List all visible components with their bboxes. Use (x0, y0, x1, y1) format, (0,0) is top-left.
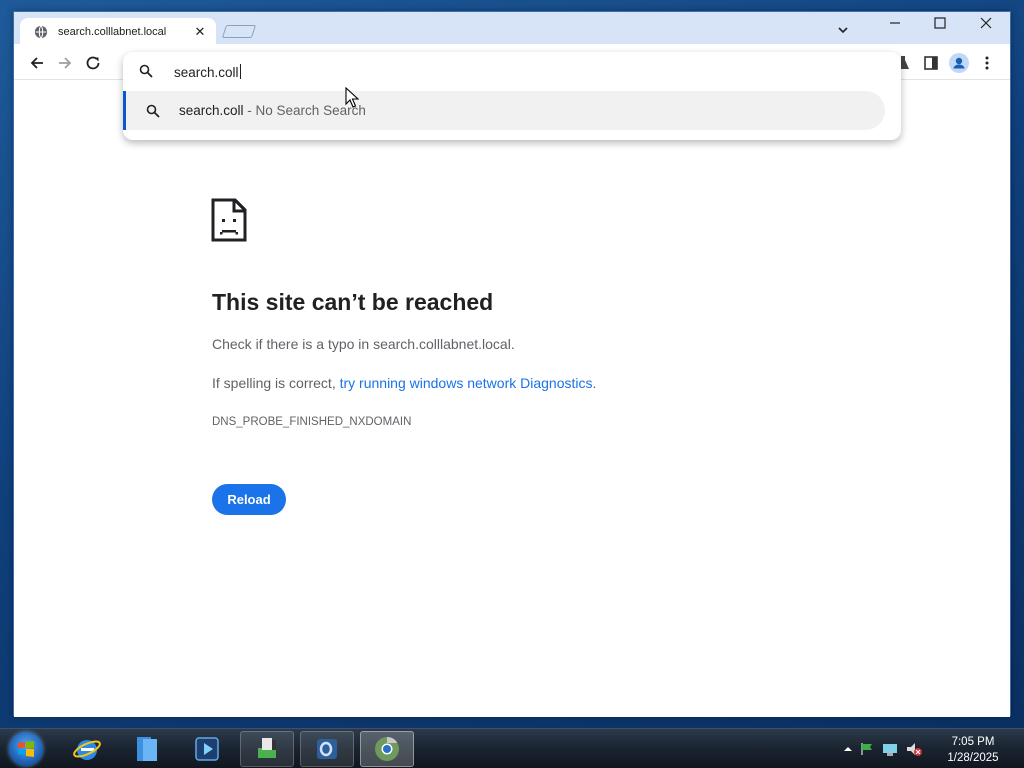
spelling-prefix: If spelling is correct, (212, 375, 340, 391)
clock-date: 1/28/2025 (947, 752, 999, 764)
system-tray (843, 739, 923, 759)
file-explorer-icon (137, 737, 157, 761)
taskbar-internet-explorer[interactable] (60, 731, 114, 767)
maximize-button[interactable] (917, 12, 963, 34)
error-page: This site can’t be reached Check if ther… (14, 80, 1010, 717)
taskbar-chrome[interactable] (360, 731, 414, 767)
suggestion-separator: - (243, 103, 256, 118)
show-hidden-icons-icon[interactable] (843, 744, 853, 754)
chrome-icon (375, 737, 399, 761)
minimize-button[interactable] (872, 12, 918, 34)
maximize-icon (934, 17, 946, 29)
omnibox-input-row[interactable]: search.coll (123, 52, 901, 90)
media-player-icon (195, 737, 219, 761)
tab-close-button[interactable]: ✕ (192, 24, 208, 40)
tab-search-button[interactable] (834, 21, 852, 39)
reload-nav-button[interactable] (82, 52, 104, 74)
clock-time: 7:05 PM (951, 736, 995, 748)
outlook-icon (317, 739, 337, 759)
minimize-icon (890, 22, 900, 24)
taskbar-media-player[interactable] (180, 731, 234, 767)
error-title: This site can’t be reached (212, 289, 494, 315)
tab-active[interactable]: search.colllabnet.local ✕ (20, 18, 216, 45)
spelling-message: If spelling is correct, try running wind… (212, 375, 596, 391)
browser-window: search.colllabnet.local ✕ This site can’… (13, 11, 1011, 717)
internet-explorer-icon (73, 740, 101, 760)
suggestion-query: search.coll (179, 103, 244, 118)
start-button[interactable] (9, 732, 43, 766)
text-caret (239, 64, 241, 79)
taskbar-file-explorer[interactable] (120, 731, 174, 767)
search-icon (139, 64, 153, 78)
windows-logo-icon (18, 741, 34, 757)
typo-message: Check if there is a typo in search.colll… (212, 336, 515, 352)
menu-button[interactable] (976, 52, 998, 74)
omnibox-dropdown: search.coll search.coll - No Search Sear… (123, 52, 901, 140)
back-button[interactable] (26, 52, 48, 74)
volume-icon[interactable] (905, 741, 923, 757)
omnibox-suggestion[interactable]: search.coll - No Search Search (123, 91, 885, 130)
side-panel-button[interactable] (920, 52, 942, 74)
avatar-icon (949, 53, 969, 73)
app-green-icon (258, 738, 276, 758)
tab-strip: search.colllabnet.local ✕ (14, 12, 1010, 45)
error-code: DNS_PROBE_FINISHED_NXDOMAIN (212, 416, 412, 428)
suggestion-text: search.coll - No Search Search (179, 103, 366, 118)
clock[interactable]: 7:05 PM 1/28/2025 (936, 734, 1010, 766)
mouse-cursor-icon (345, 87, 359, 108)
kebab-menu-icon (985, 56, 989, 70)
tab-title: search.colllabnet.local (58, 25, 167, 38)
sad-page-icon (211, 198, 247, 242)
chevron-down-icon (838, 27, 848, 34)
taskbar-app-green[interactable] (240, 731, 294, 767)
arrow-left-icon (30, 57, 43, 69)
close-window-button[interactable] (963, 12, 1009, 34)
taskbar-outlook[interactable] (300, 731, 354, 767)
profile-button[interactable] (948, 52, 970, 74)
arrow-right-icon (59, 57, 72, 69)
address-input-value: search.coll (174, 65, 239, 80)
spelling-suffix: . (592, 375, 597, 391)
diagnostics-link[interactable]: try running windows network Diagnostics (340, 375, 593, 391)
forward-button[interactable] (54, 52, 76, 74)
new-tab-button[interactable] (221, 25, 257, 38)
side-panel-icon (924, 56, 938, 70)
address-input[interactable]: search.coll (174, 64, 241, 80)
reload-button[interactable]: Reload (212, 484, 286, 515)
close-icon (980, 17, 992, 29)
flag-icon[interactable] (859, 741, 875, 757)
reload-icon (86, 56, 100, 70)
taskbar: 7:05 PM 1/28/2025 (0, 728, 1024, 768)
search-icon (146, 104, 160, 118)
network-icon[interactable] (881, 741, 899, 757)
globe-icon (34, 24, 48, 39)
